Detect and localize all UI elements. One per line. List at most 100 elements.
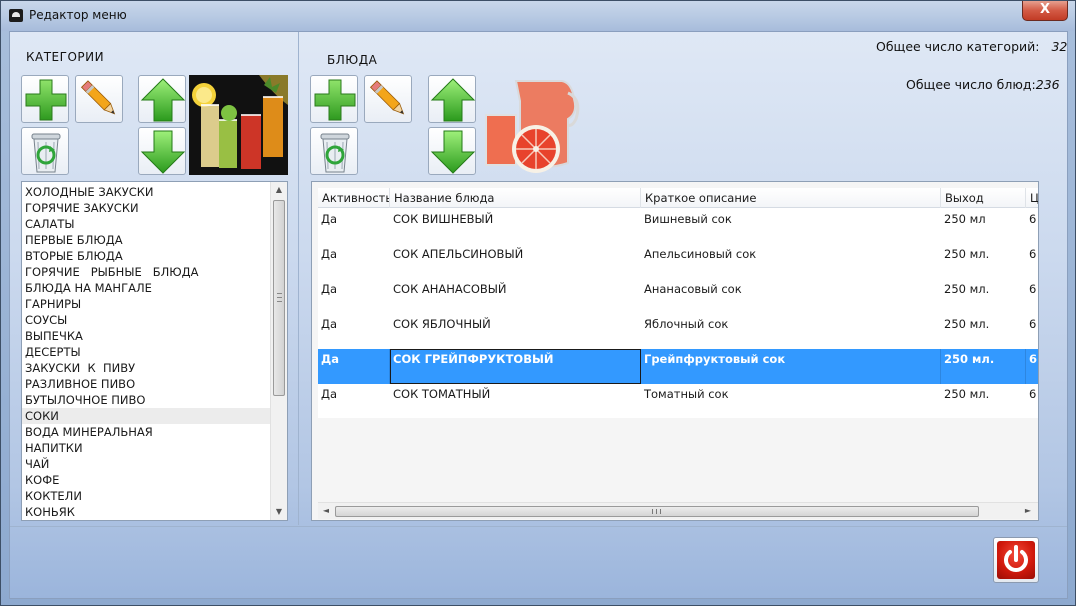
- close-button[interactable]: X: [1022, 1, 1068, 21]
- category-list-item[interactable]: ВОДА МИНЕРАЛЬНАЯ: [22, 424, 270, 440]
- categories-scrollbar[interactable]: ▲ ▼: [270, 182, 287, 520]
- edit-dish-button[interactable]: [364, 75, 412, 123]
- category-list-item[interactable]: КОФЕ: [22, 472, 270, 488]
- pencil-icon: [81, 80, 116, 115]
- table-row[interactable]: Да СОК ВИШНЕВЫЙ Вишневый сок 250 мл 6: [318, 209, 1038, 244]
- cell-price[interactable]: 6: [1026, 209, 1038, 244]
- category-list-item[interactable]: ГАРНИРЫ: [22, 296, 270, 312]
- category-list-item[interactable]: ХОЛОДНЫЕ ЗАКУСКИ: [22, 184, 270, 200]
- category-list-item[interactable]: КОНЬЯК: [22, 504, 270, 520]
- cell-yield[interactable]: 250 мл.: [941, 314, 1026, 349]
- cell-name[interactable]: СОК ГРЕЙПФРУКТОВЫЙ: [390, 349, 641, 384]
- scroll-right-arrow[interactable]: ►: [1020, 503, 1036, 519]
- column-header-description[interactable]: Краткое описание: [641, 188, 941, 208]
- category-list-item[interactable]: СОКИ: [22, 408, 270, 424]
- category-list-item[interactable]: ПЕРВЫЕ БЛЮДА: [22, 232, 270, 248]
- cell-yield[interactable]: 250 мл.: [941, 349, 1026, 384]
- move-category-down-button[interactable]: [138, 127, 186, 175]
- cell-price[interactable]: 6: [1026, 244, 1038, 279]
- table-row[interactable]: Да СОК ЯБЛОЧНЫЙ Яблочный сок 250 мл. 6: [318, 314, 1038, 349]
- cell-price[interactable]: 6: [1026, 349, 1038, 384]
- category-list-item[interactable]: ЗАКУСКИ К ПИВУ: [22, 360, 270, 376]
- cell-yield[interactable]: 250 мл.: [941, 279, 1026, 314]
- cell-description[interactable]: Томатный сок: [641, 384, 941, 418]
- cell-name[interactable]: СОК ЯБЛОЧНЫЙ: [390, 314, 641, 349]
- cell-price[interactable]: 6: [1026, 279, 1038, 314]
- cell-description[interactable]: Грейпфруктовый сок: [641, 349, 941, 384]
- window-title: Редактор меню: [29, 8, 127, 22]
- arrow-down-icon: [430, 130, 476, 174]
- cell-active[interactable]: Да: [318, 349, 390, 384]
- title-bar[interactable]: Редактор меню X: [1, 1, 1075, 31]
- category-list-item[interactable]: БУТЫЛОЧНОЕ ПИВО: [22, 392, 270, 408]
- footer-divider: [10, 526, 1067, 527]
- cell-description[interactable]: Яблочный сок: [641, 314, 941, 349]
- delete-category-button[interactable]: [21, 127, 69, 175]
- cell-name[interactable]: СОК ТОМАТНЫЙ: [390, 384, 641, 418]
- table-row[interactable]: Да СОК АПЕЛЬСИНОВЫЙ Апельсиновый сок 250 мл…: [318, 244, 1038, 279]
- power-icon: [997, 541, 1035, 579]
- category-photo: [189, 75, 288, 175]
- cell-active[interactable]: Да: [318, 209, 390, 244]
- cell-name[interactable]: СОК ВИШНЕВЫЙ: [390, 209, 641, 244]
- column-header-yield[interactable]: Выход: [941, 188, 1026, 208]
- window-icon: [9, 9, 23, 22]
- cell-yield[interactable]: 250 мл.: [941, 384, 1026, 418]
- column-header-active[interactable]: Активность: [318, 188, 390, 208]
- column-header-price[interactable]: Ц: [1026, 188, 1038, 208]
- categories-label: КАТЕГОРИИ: [26, 50, 105, 64]
- table-row[interactable]: Да СОК ТОМАТНЫЙ Томатный сок 250 мл. 6: [318, 384, 1038, 418]
- cell-yield[interactable]: 250 мл.: [941, 244, 1026, 279]
- table-row[interactable]: Да СОК АНАНАСОВЫЙ Ананасовый сок 250 мл. 6: [318, 279, 1038, 314]
- exit-button[interactable]: [993, 537, 1039, 583]
- dishes-grid[interactable]: Активность Название блюда Краткое описан…: [311, 181, 1039, 521]
- cell-name[interactable]: СОК АПЕЛЬСИНОВЫЙ: [390, 244, 641, 279]
- cell-name[interactable]: СОК АНАНАСОВЫЙ: [390, 279, 641, 314]
- panel-divider: [298, 32, 299, 525]
- category-list-item[interactable]: КОКТЕЛИ: [22, 488, 270, 504]
- edit-category-button[interactable]: [75, 75, 123, 123]
- category-list-item[interactable]: ВЫПЕЧКА: [22, 328, 270, 344]
- categories-count-label: Общее число категорий: 32: [876, 39, 1067, 54]
- category-list-item[interactable]: РАЗЛИВНОЕ ПИВО: [22, 376, 270, 392]
- juice-glasses-image: [189, 75, 288, 175]
- category-list-item[interactable]: САЛАТЫ: [22, 216, 270, 232]
- add-dish-button[interactable]: [310, 75, 358, 123]
- horizontal-scroll-thumb[interactable]: [335, 506, 979, 517]
- category-list-item[interactable]: ЧАЙ: [22, 456, 270, 472]
- categories-list[interactable]: ХОЛОДНЫЕ ЗАКУСКИ ГОРЯЧИЕ ЗАКУСКИ САЛАТЫ ПЕР…: [21, 181, 288, 521]
- cell-description[interactable]: Вишневый сок: [641, 209, 941, 244]
- category-list-item[interactable]: СОУСЫ: [22, 312, 270, 328]
- scroll-up-arrow[interactable]: ▲: [271, 182, 287, 198]
- arrow-up-icon: [430, 78, 476, 122]
- category-list-item[interactable]: ДЕСЕРТЫ: [22, 344, 270, 360]
- scroll-thumb[interactable]: [273, 200, 285, 396]
- scroll-left-arrow[interactable]: ◄: [318, 503, 334, 519]
- cell-active[interactable]: Да: [318, 244, 390, 279]
- grid-horizontal-scrollbar[interactable]: ◄ ►: [318, 502, 1038, 519]
- table-row[interactable]: Да СОК ГРЕЙПФРУКТОВЫЙ Грейпфруктовый сок 25…: [318, 349, 1038, 384]
- cell-yield[interactable]: 250 мл: [941, 209, 1026, 244]
- move-dish-down-button[interactable]: [428, 127, 476, 175]
- category-list-item[interactable]: ВТОРЫЕ БЛЮДА: [22, 248, 270, 264]
- cell-price[interactable]: 6: [1026, 384, 1038, 418]
- category-list-item[interactable]: НАПИТКИ: [22, 440, 270, 456]
- cell-description[interactable]: Ананасовый сок: [641, 279, 941, 314]
- cell-active[interactable]: Да: [318, 279, 390, 314]
- delete-dish-button[interactable]: [310, 127, 358, 175]
- cell-price[interactable]: 6: [1026, 314, 1038, 349]
- cell-active[interactable]: Да: [318, 314, 390, 349]
- move-dish-up-button[interactable]: [428, 75, 476, 123]
- category-list-item[interactable]: ГОРЯЧИЕ РЫБНЫЕ БЛЮДА: [22, 264, 270, 280]
- move-category-up-button[interactable]: [138, 75, 186, 123]
- recycle-bin-icon: [31, 133, 61, 173]
- column-header-name[interactable]: Название блюда: [390, 188, 641, 208]
- scroll-down-arrow[interactable]: ▼: [271, 504, 287, 520]
- cell-active[interactable]: Да: [318, 384, 390, 418]
- menu-editor-window: Редактор меню X КАТЕГОРИИ ХОЛОДНЫЕ ЗАКУС…: [0, 0, 1076, 606]
- category-list-item[interactable]: ГОРЯЧИЕ ЗАКУСКИ: [22, 200, 270, 216]
- category-list-item[interactable]: БЛЮДА НА МАНГАЛЕ: [22, 280, 270, 296]
- cell-description[interactable]: Апельсиновый сок: [641, 244, 941, 279]
- add-category-button[interactable]: [21, 75, 69, 123]
- grid-header: Активность Название блюда Краткое описан…: [318, 188, 1038, 208]
